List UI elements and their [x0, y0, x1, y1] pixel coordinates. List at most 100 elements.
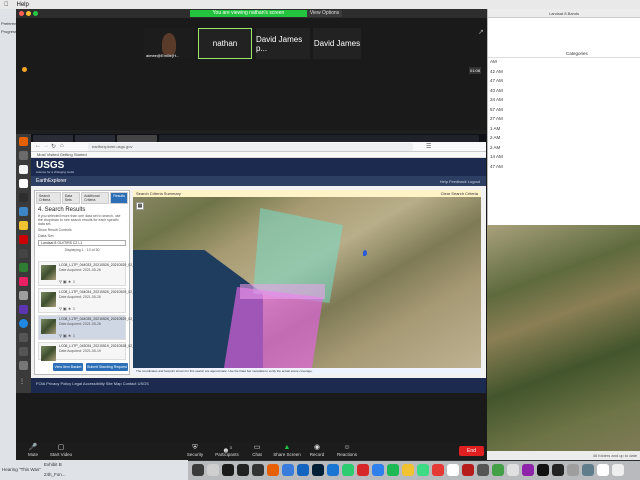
end-meeting-button[interactable]: End	[459, 446, 484, 456]
dock-app-icon[interactable]	[402, 464, 414, 476]
view-basket-button[interactable]: View Item Basket	[53, 363, 83, 371]
app-icon[interactable]	[19, 291, 28, 300]
document-icon[interactable]	[19, 179, 28, 188]
file-item[interactable]: 24h_Fon...	[44, 472, 66, 477]
file-item[interactable]: Exhibit B	[44, 462, 62, 467]
dock-app-icon[interactable]	[492, 464, 504, 476]
dock-app-icon[interactable]	[417, 464, 429, 476]
back-icon[interactable]: ←	[35, 143, 41, 149]
app-grid-icon[interactable]: ⋮	[19, 378, 28, 387]
dock-app-icon[interactable]	[477, 464, 489, 476]
dock-app-icon[interactable]	[432, 464, 444, 476]
dock-app-icon[interactable]	[342, 464, 354, 476]
map-type-icon[interactable]: ▦	[136, 202, 144, 210]
files-icon[interactable]	[19, 151, 28, 160]
participant-tile[interactable]: nathan	[198, 28, 252, 59]
result-thumbnail[interactable]	[41, 292, 56, 307]
result-item[interactable]: LC08_L1TP_044034_20210526_20210529_02_T1…	[38, 288, 138, 313]
reactions-button[interactable]: ☺ Reactions	[332, 443, 362, 457]
app-icon[interactable]	[19, 263, 28, 272]
share-screen-button[interactable]: ▲ Share Screen	[272, 443, 302, 457]
result-item[interactable]: LC08_L1TP_044033_20210526_20210529_02_T1…	[38, 261, 138, 286]
dock-app-icon[interactable]	[612, 464, 624, 476]
chromium-icon[interactable]	[19, 319, 28, 328]
tab-search-criteria[interactable]: Search Criteria	[36, 192, 61, 204]
app-icon[interactable]	[19, 347, 28, 356]
dock-app-icon[interactable]	[537, 464, 549, 476]
file-item[interactable]: Hearing "This Was"	[2, 467, 41, 472]
security-button[interactable]: ⛨ Security	[180, 443, 210, 457]
dock-app-icon[interactable]	[192, 464, 204, 476]
chat-button[interactable]: ▭ Chat	[242, 443, 272, 457]
result-item-highlighted[interactable]: LC08_L1TP_044035_20210526_20210529_02_T1…	[38, 315, 138, 340]
result-thumbnail[interactable]	[41, 346, 56, 361]
result-thumbnail[interactable]	[41, 265, 56, 280]
terminal-icon[interactable]	[19, 193, 28, 202]
dock-app-icon[interactable]	[447, 464, 459, 476]
tab-active[interactable]	[117, 135, 157, 142]
reload-icon[interactable]: ↻	[51, 143, 56, 150]
participants-button[interactable]: ☻3 Participants	[212, 443, 242, 457]
result-item[interactable]: LC08_L1TP_043034_20210519_20210528_02_T1…	[38, 342, 138, 361]
dock-app-icon[interactable]	[357, 464, 369, 476]
app-icon[interactable]	[19, 333, 28, 342]
dock-app-icon[interactable]	[297, 464, 309, 476]
clear-criteria-link[interactable]: Clear Search Criteria	[441, 190, 478, 197]
categories-header[interactable]: Categories	[566, 51, 588, 56]
result-actions[interactable]: ⚲▣★⇩	[59, 279, 77, 284]
app-icon[interactable]	[19, 361, 28, 370]
dock-app-icon[interactable]	[282, 464, 294, 476]
menu-help[interactable]: Help	[17, 2, 29, 8]
app-icon[interactable]	[19, 221, 28, 230]
dataset-select[interactable]: Landsat 8 OLI/TIRS C2 L1	[38, 240, 126, 246]
dock-app-icon[interactable]	[237, 464, 249, 476]
dock-app-icon[interactable]	[222, 464, 234, 476]
tab-results[interactable]: Results	[110, 192, 128, 204]
tab[interactable]	[75, 135, 115, 142]
account-links[interactable]: Help Feedback Logout	[440, 179, 480, 184]
firefox-icon[interactable]	[19, 137, 28, 146]
dock-app-icon[interactable]	[252, 464, 264, 476]
maximize-icon[interactable]	[33, 11, 38, 16]
dock-app-icon[interactable]	[582, 464, 594, 476]
view-options-button[interactable]: View Options	[307, 10, 342, 17]
show-result-controls[interactable]: Show Result Controls	[35, 228, 129, 232]
libreoffice-icon[interactable]	[19, 165, 28, 174]
map-view[interactable]: Search Criteria Summary Clear Search Cri…	[133, 190, 481, 374]
app-icon[interactable]	[19, 235, 28, 244]
scene-footprint-pink[interactable]	[223, 287, 323, 374]
app-icon[interactable]	[19, 277, 28, 286]
close-icon[interactable]	[19, 11, 24, 16]
dock-app-icon[interactable]	[552, 464, 564, 476]
result-actions[interactable]: ⚲▣★⇩	[59, 333, 77, 338]
tab-additional-criteria[interactable]: Additional Criteria	[81, 192, 110, 204]
start-video-button[interactable]: ▢ Start Video	[46, 443, 76, 457]
app-icon[interactable]	[19, 249, 28, 258]
dock-app-icon[interactable]	[387, 464, 399, 476]
result-actions[interactable]: ⚲▣★⇩	[59, 306, 77, 311]
record-button[interactable]: ◉ Record	[302, 443, 332, 457]
expand-icon[interactable]: ↗	[478, 28, 484, 36]
usgs-footer[interactable]: FOIA Privacy Policy Legal Accessibility …	[31, 378, 486, 393]
tab[interactable]	[33, 135, 73, 142]
menu-icon[interactable]: ☰	[426, 143, 431, 150]
dock-app-icon[interactable]	[597, 464, 609, 476]
tab-data-sets[interactable]: Data Sets	[61, 192, 81, 204]
submit-request-button[interactable]: Submit Standing Request	[86, 363, 128, 371]
mute-button[interactable]: 🎤 Mute	[18, 443, 48, 457]
dock-app-icon[interactable]	[462, 464, 474, 476]
apple-icon[interactable]: 	[4, 2, 9, 8]
dock-app-icon[interactable]	[372, 464, 384, 476]
dock-app-icon[interactable]	[312, 464, 324, 476]
forward-icon[interactable]: →	[43, 143, 49, 149]
app-icon[interactable]	[19, 305, 28, 314]
home-icon[interactable]: ⌂	[60, 143, 64, 149]
minimize-icon[interactable]	[26, 11, 31, 16]
map-marker-icon[interactable]	[363, 250, 367, 256]
app-icon[interactable]	[19, 207, 28, 216]
result-thumbnail[interactable]	[41, 319, 56, 334]
dock-app-icon[interactable]	[327, 464, 339, 476]
dock-app-icon[interactable]	[507, 464, 519, 476]
participant-tile[interactable]: David James p...	[256, 28, 310, 59]
self-video-tile[interactable]: aimee@Emilie(H...	[144, 28, 194, 59]
